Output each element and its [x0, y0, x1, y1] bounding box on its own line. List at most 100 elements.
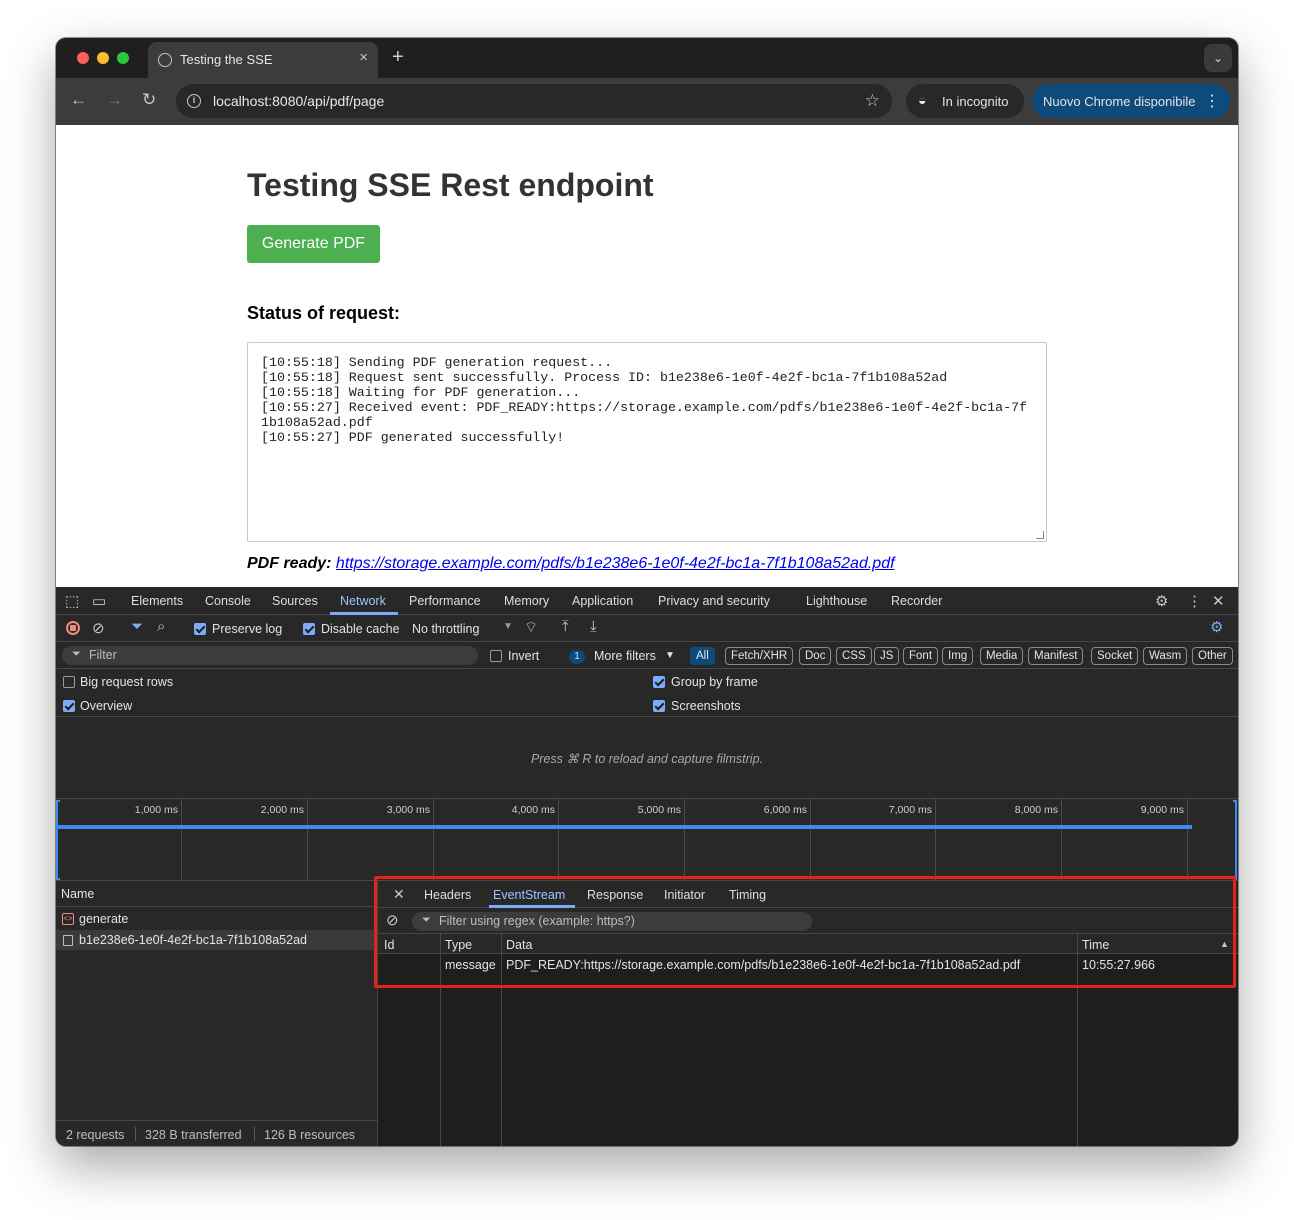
throttling-select[interactable]: No throttling: [412, 622, 479, 636]
tick-label: 5,000 ms: [637, 804, 681, 816]
tab-application[interactable]: Application: [572, 594, 633, 608]
maximize-window-button[interactable]: [117, 52, 129, 64]
tick-label: 1,000 ms: [134, 804, 178, 816]
search-icon[interactable]: ⌕: [157, 618, 165, 635]
generate-pdf-button[interactable]: Generate PDF: [247, 225, 380, 263]
throttling-chevron-icon[interactable]: ▼: [503, 621, 513, 632]
tab-privacy-security[interactable]: Privacy and security: [658, 594, 770, 608]
invert-checkbox[interactable]: [490, 650, 502, 662]
filter-funnel-small-icon: ⏷: [422, 914, 431, 926]
tab-response[interactable]: Response: [587, 888, 643, 902]
clear-log-icon[interactable]: ⊘: [92, 619, 105, 637]
more-menu-icon[interactable]: ⋮: [1204, 91, 1220, 111]
reload-icon[interactable]: ↻: [142, 90, 156, 110]
tab-elements[interactable]: Elements: [131, 594, 183, 608]
type-filter-js[interactable]: JS: [874, 647, 900, 665]
type-filter-css[interactable]: CSS: [836, 647, 872, 665]
close-devtools-icon[interactable]: ✕: [1212, 592, 1225, 610]
settings-gear-icon[interactable]: ⚙: [1155, 592, 1168, 610]
timeline-left-handle[interactable]: [56, 800, 60, 880]
big-request-rows-checkbox[interactable]: [63, 676, 75, 688]
record-stop-icon[interactable]: [66, 621, 80, 635]
type-filter-fetch-xhr[interactable]: Fetch/XHR: [725, 647, 794, 665]
type-filter-other[interactable]: Other: [1192, 647, 1233, 665]
type-filter-socket[interactable]: Socket: [1091, 647, 1139, 665]
tab-eventstream[interactable]: EventStream: [493, 888, 565, 902]
network-overview-timeline[interactable]: 1,000 ms 2,000 ms 3,000 ms 4,000 ms 5,00…: [56, 799, 1238, 881]
filter-funnel-icon[interactable]: ⏷: [131, 618, 143, 635]
tab-memory[interactable]: Memory: [504, 594, 549, 608]
resize-grip-icon[interactable]: [1036, 531, 1044, 539]
tab-search-chevron-icon[interactable]: ⌄: [1204, 44, 1232, 72]
tab-console[interactable]: Console: [205, 594, 251, 608]
browser-tab[interactable]: Testing the SSE ×: [148, 42, 378, 78]
column-type[interactable]: Type: [445, 938, 472, 952]
devtools-menu-icon[interactable]: ⋮: [1187, 592, 1202, 610]
column-data[interactable]: Data: [506, 938, 532, 952]
type-filter-img[interactable]: Img: [942, 647, 974, 665]
device-toolbar-icon[interactable]: ▭: [92, 592, 106, 610]
url-text[interactable]: localhost:8080/api/pdf/page: [213, 93, 384, 109]
request-timing-bar: [58, 825, 1192, 829]
request-row-generate[interactable]: <> generate: [56, 909, 377, 929]
back-arrow-icon[interactable]: ←: [70, 90, 87, 110]
network-conditions-icon[interactable]: ⌔: [524, 618, 538, 637]
network-settings-gear-icon[interactable]: ⚙: [1210, 618, 1223, 636]
forward-arrow-icon[interactable]: →: [106, 90, 123, 110]
export-har-icon[interactable]: ⤓: [590, 618, 597, 635]
xhr-request-icon: <>: [62, 913, 74, 925]
preserve-log-checkbox[interactable]: [194, 623, 206, 635]
type-filter-all[interactable]: All: [690, 647, 715, 665]
disable-cache-checkbox[interactable]: [303, 623, 315, 635]
sort-ascending-icon[interactable]: ▲: [1220, 939, 1229, 949]
tab-recorder[interactable]: Recorder: [891, 594, 942, 608]
incognito-indicator[interactable]: ◒ In incognito: [906, 84, 1024, 118]
tab-sources[interactable]: Sources: [272, 594, 318, 608]
group-by-frame-checkbox[interactable]: [653, 676, 665, 688]
type-filter-font[interactable]: Font: [903, 647, 939, 665]
event-row[interactable]: message PDF_READY:https://storage.exampl…: [378, 955, 1238, 976]
request-row-eventstream[interactable]: b1e238e6-1e0f-4e2f-bc1a-7f1b108a52ad: [56, 930, 377, 950]
timeline-right-handle[interactable]: [1233, 800, 1237, 880]
screenshots-checkbox[interactable]: [653, 700, 665, 712]
status-log-textarea[interactable]: [10:55:18] Sending PDF generation reques…: [247, 342, 1047, 542]
inspect-element-icon[interactable]: ⬚: [65, 592, 79, 610]
name-column-header[interactable]: Name: [56, 881, 377, 907]
close-window-button[interactable]: [77, 52, 89, 64]
close-detail-icon[interactable]: ✕: [393, 886, 405, 903]
pdf-link[interactable]: https://storage.example.com/pdfs/b1e238e…: [336, 555, 895, 572]
overview-checkbox[interactable]: [63, 700, 75, 712]
tab-headers[interactable]: Headers: [424, 888, 471, 902]
tab-network[interactable]: Network: [340, 594, 386, 608]
tab-initiator[interactable]: Initiator: [664, 888, 705, 902]
bookmark-star-icon[interactable]: ☆: [865, 91, 880, 111]
column-id[interactable]: Id: [384, 938, 394, 952]
address-bar[interactable]: i localhost:8080/api/pdf/page ☆: [176, 84, 892, 118]
eventstream-filter-bar: ⊘ ⏷ Filter using regex (example: https?): [378, 908, 1238, 934]
update-chrome-button[interactable]: Nuovo Chrome disponibile ⋮: [1032, 84, 1230, 118]
filter-input[interactable]: ⏷ Filter: [62, 646, 478, 665]
tab-timing[interactable]: Timing: [729, 888, 766, 902]
site-info-icon[interactable]: i: [187, 94, 201, 108]
browser-window: Testing the SSE × + ⌄ ← → ↻ i localhost:…: [56, 38, 1238, 1146]
tick-label: 7,000 ms: [888, 804, 932, 816]
more-filters-dropdown[interactable]: More filters: [594, 649, 656, 663]
more-filters-chevron-icon[interactable]: ▼: [665, 650, 675, 661]
import-har-icon[interactable]: ⤒: [562, 618, 569, 635]
clear-events-icon[interactable]: ⊘: [386, 911, 399, 929]
type-filter-media[interactable]: Media: [980, 647, 1024, 665]
column-time[interactable]: Time: [1082, 938, 1109, 952]
type-filter-wasm[interactable]: Wasm: [1143, 647, 1188, 665]
minimize-window-button[interactable]: [97, 52, 109, 64]
type-filter-doc[interactable]: Doc: [799, 647, 832, 665]
pdf-ready-label: PDF ready:: [247, 555, 332, 572]
close-tab-icon[interactable]: ×: [359, 49, 368, 66]
tick-label: 6,000 ms: [763, 804, 807, 816]
tab-lighthouse[interactable]: Lighthouse: [806, 594, 867, 608]
tick-label: 9,000 ms: [1140, 804, 1184, 816]
type-filter-manifest[interactable]: Manifest: [1028, 647, 1084, 665]
regex-filter-input[interactable]: ⏷ Filter using regex (example: https?): [412, 912, 812, 931]
pdf-ready-line: PDF ready: https://storage.example.com/p…: [247, 555, 895, 573]
tab-performance[interactable]: Performance: [409, 594, 481, 608]
new-tab-button[interactable]: +: [392, 46, 404, 69]
